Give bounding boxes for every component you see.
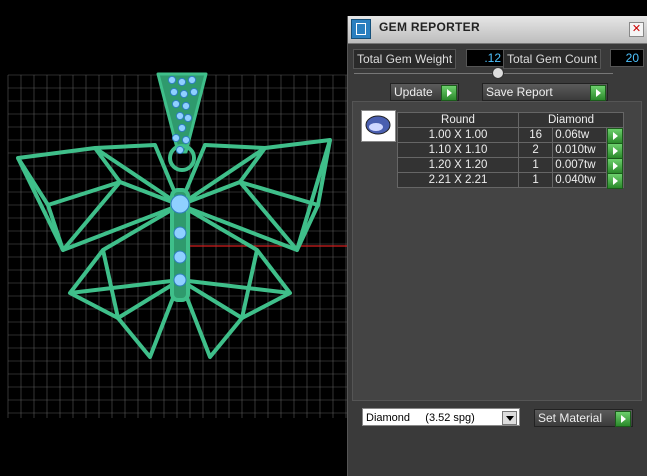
set-material-button-label: Set Material	[538, 411, 603, 425]
save-report-button-label: Save Report	[486, 85, 553, 99]
gem-table-row[interactable]: 1.00 X 1.00 16 0.06tw	[397, 127, 624, 144]
gem-stone	[177, 77, 187, 87]
3d-viewport[interactable]	[0, 0, 347, 476]
gem-stone	[189, 87, 199, 97]
total-gem-count-value: 20	[610, 49, 644, 67]
material-header: Diamond	[518, 112, 624, 128]
round-gem-icon[interactable]	[361, 110, 396, 142]
update-arrow-icon[interactable]	[441, 85, 457, 101]
left-upper-wing-struts	[46, 146, 122, 252]
gem-size-cell: 1.00 X 1.00	[397, 127, 519, 143]
gem-stone	[179, 89, 189, 99]
gem-stone	[181, 101, 191, 111]
panel-titlebar[interactable]: GEM REPORTER ✕	[348, 16, 647, 44]
gem-row-action[interactable]	[606, 127, 624, 144]
gem-size-cell: 1.10 X 1.10	[397, 142, 519, 158]
gem-stone	[173, 226, 187, 240]
gem-count-cell: 1	[517, 157, 554, 173]
right-lower-wing-struts	[178, 249, 291, 320]
viewport-canvas[interactable]	[0, 0, 347, 476]
gem-stone	[173, 273, 187, 287]
gem-weight-cell: 0.007tw	[552, 157, 608, 173]
gem-stone	[169, 87, 179, 97]
save-report-button[interactable]: Save Report	[482, 83, 608, 101]
gem-stone	[171, 99, 181, 109]
gem-table-row[interactable]: 1.10 X 1.10 2 0.010tw	[397, 142, 624, 159]
gem-table-row[interactable]: 2.21 X 2.21 1 0.040tw	[397, 172, 624, 189]
gem-count-cell: 2	[517, 142, 554, 158]
gem-stone	[175, 111, 185, 121]
gem-stone	[187, 75, 197, 85]
gem-count-cell: 16	[517, 127, 554, 143]
gem-stone	[167, 75, 177, 85]
gem-row-action[interactable]	[606, 142, 624, 159]
chevron-down-icon[interactable]	[502, 411, 517, 425]
gem-stone	[173, 250, 187, 264]
butterfly-pendant-model[interactable]	[16, 72, 332, 359]
gem-reporter-icon	[351, 19, 371, 39]
gem-size-cell: 2.21 X 2.21	[397, 172, 519, 188]
gem-stone	[175, 145, 185, 155]
gem-stone	[181, 135, 191, 145]
row-arrow-icon[interactable]	[607, 173, 624, 189]
gem-size-cell: 1.20 X 1.20	[397, 157, 519, 173]
gem-stone	[177, 123, 187, 133]
total-gem-weight-label: Total Gem Weight	[353, 49, 457, 69]
gem-weight-cell: 0.040tw	[552, 172, 608, 188]
gem-weight-cell: 0.010tw	[552, 142, 608, 158]
set-material-button[interactable]: Set Material	[534, 409, 633, 427]
gem-table-header: Round Diamond	[397, 112, 624, 128]
save-report-arrow-icon[interactable]	[590, 85, 606, 101]
gem-stone	[171, 133, 181, 143]
gem-slider-track[interactable]	[354, 73, 613, 74]
gem-stone	[183, 113, 193, 123]
set-material-arrow-icon[interactable]	[615, 411, 631, 427]
update-button-label: Update	[394, 85, 433, 99]
total-gem-count-label: Total Gem Count	[503, 49, 602, 69]
gem-reporter-panel: GEM REPORTER ✕ Total Gem Weight .12 Tota…	[347, 16, 647, 476]
update-button[interactable]: Update	[390, 83, 459, 101]
gem-stone	[170, 194, 190, 214]
material-select[interactable]: Diamond (3.52 spg)	[362, 408, 520, 426]
gem-list-area: Round Diamond 1.00 X 1.00 16 0.06tw 1.10 X …	[352, 101, 642, 401]
gem-row-action[interactable]	[606, 157, 624, 174]
total-gem-weight-value: .12	[466, 49, 506, 67]
gem-slider-handle[interactable]	[492, 67, 504, 79]
panel-title: GEM REPORTER	[379, 20, 480, 34]
shape-header: Round	[397, 112, 519, 128]
gem-count-cell: 1	[517, 172, 554, 188]
gem-table: Round Diamond 1.00 X 1.00 16 0.06tw 1.10 X …	[397, 112, 624, 189]
gem-row-action[interactable]	[606, 172, 624, 189]
close-button[interactable]: ✕	[629, 22, 644, 37]
gem-table-row[interactable]: 1.20 X 1.20 1 0.007tw	[397, 157, 624, 174]
gem-weight-cell: 0.06tw	[552, 127, 608, 143]
material-select-value: Diamond (3.52 spg)	[366, 412, 475, 424]
